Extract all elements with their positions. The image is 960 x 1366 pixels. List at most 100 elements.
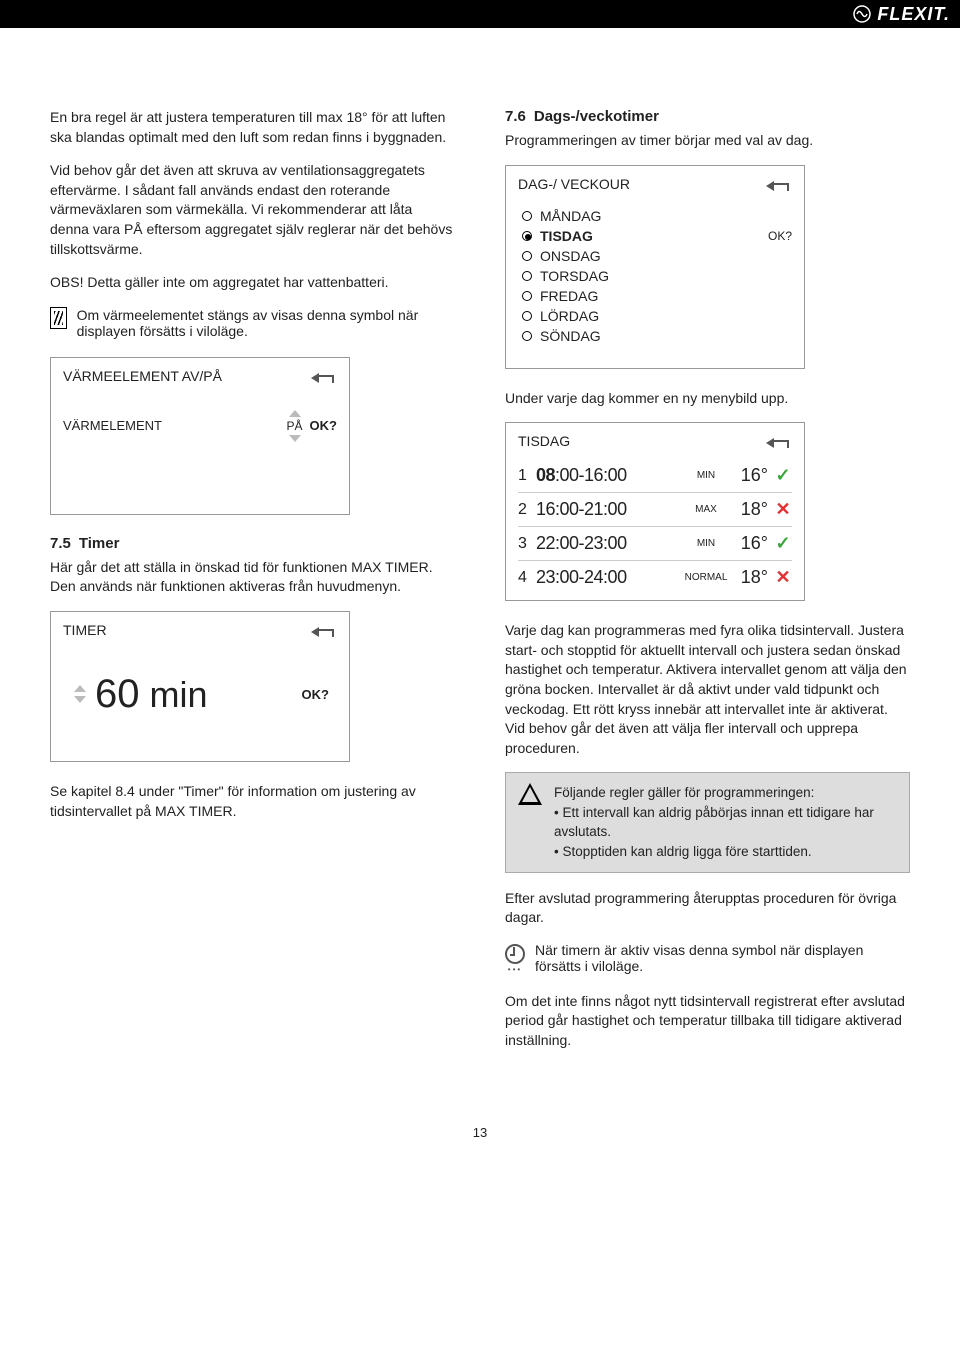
radio-icon xyxy=(522,331,532,341)
day-panel-title-row: DAG-/ VECKOUR xyxy=(506,166,804,198)
back-icon[interactable] xyxy=(766,435,792,447)
day-option[interactable]: TISDAG OK? xyxy=(522,226,792,246)
section-7-6-heading: 7.6 Dags-/veckotimer xyxy=(505,108,910,125)
heater-row-label: VÄRMELEMENT xyxy=(63,418,280,433)
day-panel: DAG-/ VECKOUR MÅNDAG TISDAG OK? ONSDAG TORSD… xyxy=(505,165,805,369)
row-time: 23:00-24:00 xyxy=(536,567,678,588)
day-list: MÅNDAG TISDAG OK? ONSDAG TORSDAG FREDAG LÖRDAG… xyxy=(518,202,792,356)
page-content: En bra regel är att justera temperaturen… xyxy=(0,28,960,1105)
clock-note: ••• När timern är aktiv visas denna symb… xyxy=(505,942,910,974)
heater-off-note: Om värmeelementet stängs av visas denna … xyxy=(50,307,455,339)
timer-panel-title: TIMER xyxy=(63,622,107,638)
back-icon[interactable] xyxy=(311,624,337,636)
day-option[interactable]: SÖNDAG xyxy=(522,326,792,346)
schedule-panel-title: TISDAG xyxy=(518,433,570,449)
clock-icon: ••• xyxy=(505,942,525,974)
radio-icon xyxy=(522,311,532,321)
schedule-row[interactable]: 1 08:00-16:00 MIN 16° ✓ xyxy=(518,459,792,493)
row-mode: MAX xyxy=(684,504,728,515)
schedule-rows: 108:00-16:00MIN16°✓216:00-21:00MAX18°✕32… xyxy=(506,455,804,600)
section-7-5-title: Timer xyxy=(79,535,120,552)
intro-p2: Vid behov går det även att skruva av ven… xyxy=(50,161,455,259)
day-label: TORSDAG xyxy=(540,268,609,284)
heater-value-stepper[interactable]: PÅ xyxy=(288,410,302,442)
day-panel-title: DAG-/ VECKOUR xyxy=(518,176,630,192)
schedule-row[interactable]: 2 16:00-21:00 MAX 18° ✕ xyxy=(518,493,792,527)
day-ok-label: OK? xyxy=(768,229,792,243)
row-index: 3 xyxy=(518,535,530,553)
day-label: TISDAG xyxy=(540,228,593,244)
timer-panel-title-row: TIMER xyxy=(51,612,349,644)
cross-icon[interactable]: ✕ xyxy=(774,501,792,519)
day-label: SÖNDAG xyxy=(540,328,601,344)
schedule-panel: TISDAG 1 08:00-16:00 MIN 16° ✓ 2 16:00-21:00 MA… xyxy=(505,422,805,601)
radio-icon xyxy=(522,231,532,241)
row-mode: MIN xyxy=(684,470,728,481)
last-paragraph: Om det inte finns något nytt tidsinterva… xyxy=(505,992,910,1051)
day-label: MÅNDAG xyxy=(540,208,601,224)
warning-box: Följande regler gäller för programmering… xyxy=(505,772,910,872)
day-option[interactable]: TORSDAG xyxy=(522,266,792,286)
timer-ok-button[interactable]: OK? xyxy=(302,687,329,702)
day-option[interactable]: MÅNDAG xyxy=(522,206,792,226)
heater-panel-title: VÄRMEELEMENT AV/PÅ xyxy=(63,368,222,384)
cross-icon[interactable]: ✕ xyxy=(774,569,792,587)
row-time: 22:00-23:00 xyxy=(536,533,678,554)
row-index: 1 xyxy=(518,467,530,485)
row-temp: 18° xyxy=(734,567,768,588)
left-column: En bra regel är att justera temperaturen… xyxy=(50,108,455,1065)
brand-header: FLEXIT. xyxy=(0,0,960,28)
row-time: 16:00-21:00 xyxy=(536,499,678,520)
warning-text: Följande regler gäller för programmering… xyxy=(554,783,897,861)
section-7-5-ref: Se kapitel 8.4 under "Timer" för informa… xyxy=(50,782,455,821)
back-icon[interactable] xyxy=(311,370,337,382)
day-option[interactable]: FREDAG xyxy=(522,286,792,306)
schedule-panel-title-row: TISDAG xyxy=(506,423,804,455)
day-label: FREDAG xyxy=(540,288,598,304)
radio-icon xyxy=(522,271,532,281)
after-prog-text: Efter avslutad programmering återupptas … xyxy=(505,889,910,928)
day-option[interactable]: ONSDAG xyxy=(522,246,792,266)
heater-value-row: VÄRMELEMENT PÅ OK? xyxy=(63,394,337,502)
right-column: 7.6 Dags-/veckotimer Programmeringen av t… xyxy=(505,108,910,1065)
radio-icon xyxy=(522,251,532,261)
section-7-5-heading: 7.5 Timer xyxy=(50,535,455,552)
day-option[interactable]: LÖRDAG xyxy=(522,306,792,326)
intro-p1: En bra regel är att justera temperaturen… xyxy=(50,108,455,147)
check-icon[interactable]: ✓ xyxy=(774,535,792,553)
section-7-6-intro: Programmeringen av timer börjar med val … xyxy=(505,131,910,151)
timer-value: 60 min xyxy=(95,672,208,717)
radio-icon xyxy=(522,211,532,221)
section-7-5-text: Här går det att ställa in önskad tid för… xyxy=(50,558,455,597)
row-temp: 16° xyxy=(734,533,768,554)
schedule-row[interactable]: 3 22:00-23:00 MIN 16° ✓ xyxy=(518,527,792,561)
obs-note: OBS! Detta gäller inte om aggregatet har… xyxy=(50,273,455,293)
timer-value-row: 60 min OK? xyxy=(63,648,337,749)
page-number: 13 xyxy=(0,1125,960,1140)
heater-off-icon xyxy=(50,307,67,329)
radio-icon xyxy=(522,291,532,301)
under-days-text: Under varje dag kommer en ny menybild up… xyxy=(505,389,910,409)
brand-name: FLEXIT. xyxy=(877,4,950,25)
section-7-5-num: 7.5 xyxy=(50,535,71,552)
clock-note-text: När timern är aktiv visas denna symbol n… xyxy=(535,942,910,974)
row-mode: MIN xyxy=(684,538,728,549)
schedule-explain: Varje dag kan programmeras med fyra olik… xyxy=(505,621,910,758)
row-temp: 16° xyxy=(734,465,768,486)
day-label: LÖRDAG xyxy=(540,308,599,324)
section-7-6-num: 7.6 xyxy=(505,108,526,125)
row-index: 4 xyxy=(518,569,530,587)
timer-panel: TIMER 60 min OK? xyxy=(50,611,350,762)
schedule-row[interactable]: 4 23:00-24:00 NORMAL 18° ✕ xyxy=(518,561,792,594)
section-7-6-title: Dags-/veckotimer xyxy=(534,108,659,125)
row-temp: 18° xyxy=(734,499,768,520)
warning-icon xyxy=(518,783,542,805)
row-time: 08:00-16:00 xyxy=(536,465,678,486)
timer-value-stepper[interactable] xyxy=(73,685,87,703)
heater-ok-button[interactable]: OK? xyxy=(310,418,337,433)
brand-logo-icon xyxy=(853,5,871,23)
row-index: 2 xyxy=(518,501,530,519)
check-icon[interactable]: ✓ xyxy=(774,467,792,485)
row-mode: NORMAL xyxy=(684,572,728,583)
back-icon[interactable] xyxy=(766,178,792,190)
